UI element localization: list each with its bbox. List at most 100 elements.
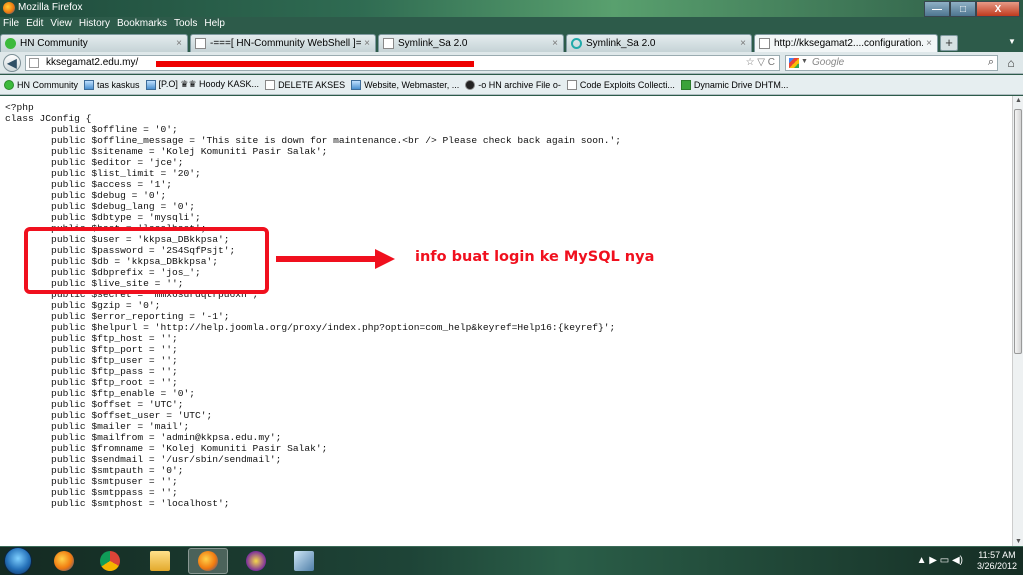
tab-symlink-1[interactable]: Symlink_Sa 2.0 × bbox=[378, 34, 564, 52]
dark-circle-icon bbox=[465, 79, 476, 90]
close-button[interactable]: X bbox=[976, 1, 1020, 17]
url-bar[interactable]: kksegamat2.edu.my/ ☆ ▽ C bbox=[25, 55, 780, 71]
php-source-code: <?php class JConfig { public $offline = '… bbox=[5, 102, 621, 509]
scrollbar-thumb[interactable] bbox=[1014, 109, 1022, 354]
search-icon[interactable]: ⌕ bbox=[988, 56, 994, 69]
bookmark-hoody-kaskus[interactable]: [P.O] ♛♛ Hoody KASK... bbox=[145, 79, 259, 90]
code-line: public $ftp_pass = ''; bbox=[5, 366, 178, 377]
tab-label: http://kksegamat2....configuration.php bbox=[774, 38, 923, 49]
code-line: <?php bbox=[5, 102, 34, 113]
search-placeholder: Google bbox=[812, 57, 845, 68]
bookmark-delete-akses[interactable]: DELETE AKSES bbox=[265, 79, 345, 90]
menu-history[interactable]: History bbox=[79, 17, 110, 31]
minimize-button[interactable]: — bbox=[924, 1, 950, 17]
code-line: public $sendmail = '/usr/sbin/sendmail'; bbox=[5, 454, 282, 465]
browser-window: Mozilla Firefox — □ X File Edit View His… bbox=[0, 0, 1023, 546]
taskbar-explorer[interactable] bbox=[140, 548, 180, 574]
tab-hn-community[interactable]: HN Community × bbox=[0, 34, 188, 52]
url-bar-icons[interactable]: ☆ ▽ C bbox=[746, 57, 775, 68]
tab-close-icon[interactable]: × bbox=[173, 38, 185, 49]
taskbar-firefox[interactable] bbox=[44, 548, 84, 574]
loading-icon bbox=[571, 38, 582, 49]
taskbar-virtualbox[interactable] bbox=[284, 548, 324, 574]
page-content: <?php class JConfig { public $offline = '… bbox=[0, 96, 1012, 546]
menu-help[interactable]: Help bbox=[204, 17, 225, 31]
taskbar-firefox-active[interactable] bbox=[188, 548, 228, 574]
taskbar-yahoo-messenger[interactable] bbox=[236, 548, 276, 574]
bookmark-dynamic-drive[interactable]: Dynamic Drive DHTM... bbox=[680, 79, 789, 90]
google-icon[interactable] bbox=[789, 58, 799, 68]
folder-icon bbox=[150, 551, 170, 571]
code-line: public $sitename = 'Kolej Komuniti Pasir… bbox=[5, 146, 328, 157]
redaction-bar bbox=[156, 61, 474, 67]
window-title: Mozilla Firefox bbox=[18, 2, 83, 13]
code-line: public $ftp_root = ''; bbox=[5, 377, 178, 388]
blank-page-icon bbox=[195, 38, 206, 49]
code-line: public $list_limit = '20'; bbox=[5, 168, 201, 179]
url-text: kksegamat2.edu.my/ bbox=[46, 57, 139, 68]
menu-file[interactable]: File bbox=[3, 17, 19, 31]
scroll-down-icon[interactable]: ▼ bbox=[1015, 538, 1022, 545]
virtualbox-icon bbox=[294, 551, 314, 571]
image-icon bbox=[145, 79, 156, 90]
code-line: public $dbtype = 'mysqli'; bbox=[5, 212, 201, 223]
code-line: public $mailfrom = 'admin@kkpsa.edu.my'; bbox=[5, 432, 282, 443]
code-line: public $offline_message = 'This site is … bbox=[5, 135, 622, 146]
scroll-up-icon[interactable]: ▲ bbox=[1015, 97, 1022, 104]
tab-close-icon[interactable]: × bbox=[549, 38, 561, 49]
code-line: public $smtppass = ''; bbox=[5, 487, 178, 498]
annotation-text: info buat login ke MySQL nya bbox=[415, 249, 655, 265]
code-line: public $error_reporting = '-1'; bbox=[5, 311, 230, 322]
bookmark-label: Code Exploits Collecti... bbox=[579, 79, 675, 90]
code-line: public $ftp_host = ''; bbox=[5, 333, 178, 344]
vertical-scrollbar[interactable]: ▲ ▼ bbox=[1012, 96, 1023, 546]
taskbar: ▲ ▶ ▭ ◀) 11:57 AM 3/26/2012 bbox=[0, 546, 1023, 575]
tab-configuration[interactable]: http://kksegamat2....configuration.php × bbox=[754, 34, 938, 52]
hn-favicon-icon bbox=[4, 79, 14, 90]
menu-bookmarks[interactable]: Bookmarks bbox=[117, 17, 167, 31]
hn-favicon-icon bbox=[5, 38, 16, 49]
arrow-head-icon bbox=[375, 249, 395, 269]
search-bar[interactable]: ▼ Google ⌕ bbox=[785, 55, 998, 71]
menu-view[interactable]: View bbox=[50, 17, 72, 31]
clock[interactable]: 11:57 AM 3/26/2012 bbox=[977, 550, 1017, 572]
start-button[interactable] bbox=[4, 547, 32, 575]
title-bar: Mozilla Firefox — □ X bbox=[0, 0, 1023, 17]
back-button[interactable]: ◀ bbox=[3, 54, 21, 72]
taskbar-chrome[interactable] bbox=[90, 548, 130, 574]
chrome-icon bbox=[100, 551, 120, 571]
code-line: public $smtpuser = ''; bbox=[5, 476, 178, 487]
tab-list-button[interactable]: ▼ bbox=[1008, 37, 1016, 46]
code-line: public $access = '1'; bbox=[5, 179, 172, 190]
new-tab-button[interactable]: + bbox=[940, 35, 958, 51]
code-line: public $mailer = 'mail'; bbox=[5, 421, 190, 432]
code-line: public $ftp_port = ''; bbox=[5, 344, 178, 355]
system-tray[interactable]: ▲ ▶ ▭ ◀) bbox=[917, 555, 963, 566]
bookmark-website-webmaster[interactable]: Website, Webmaster, ... bbox=[351, 79, 459, 90]
menu-tools[interactable]: Tools bbox=[174, 17, 197, 31]
bookmark-hn-archive[interactable]: -o HN archive File o- bbox=[465, 79, 561, 90]
menu-edit[interactable]: Edit bbox=[26, 17, 43, 31]
bookmark-label: HN Community bbox=[17, 79, 79, 90]
tab-symlink-2[interactable]: Symlink_Sa 2.0 × bbox=[566, 34, 752, 52]
bookmark-label: tas kaskus bbox=[97, 79, 140, 90]
tab-label: Symlink_Sa 2.0 bbox=[586, 38, 656, 49]
bookmark-label: -o HN archive File o- bbox=[478, 79, 561, 90]
bookmark-code-exploits[interactable]: Code Exploits Collecti... bbox=[566, 79, 675, 90]
code-line: public $debug = '0'; bbox=[5, 190, 167, 201]
tab-webshell[interactable]: -===[ HN-Community WebShell ]==... × bbox=[190, 34, 376, 52]
maximize-button[interactable]: □ bbox=[950, 1, 976, 17]
code-line: public $offline = '0'; bbox=[5, 124, 178, 135]
tab-close-icon[interactable]: × bbox=[361, 38, 373, 49]
bookmark-label: Dynamic Drive DHTM... bbox=[693, 79, 789, 90]
home-button[interactable]: ⌂ bbox=[1003, 55, 1019, 71]
bookmark-tas-kaskus[interactable]: tas kaskus bbox=[84, 79, 140, 90]
image-icon bbox=[351, 79, 362, 90]
tab-close-icon[interactable]: × bbox=[737, 38, 749, 49]
clock-date: 3/26/2012 bbox=[976, 561, 1017, 571]
window-controls: — □ X bbox=[924, 1, 1020, 17]
bookmark-hn-community[interactable]: HN Community bbox=[4, 79, 79, 90]
engine-dropdown-icon[interactable]: ▼ bbox=[801, 58, 808, 65]
tab-close-icon[interactable]: × bbox=[923, 38, 935, 49]
site-identity-icon[interactable] bbox=[29, 58, 39, 68]
